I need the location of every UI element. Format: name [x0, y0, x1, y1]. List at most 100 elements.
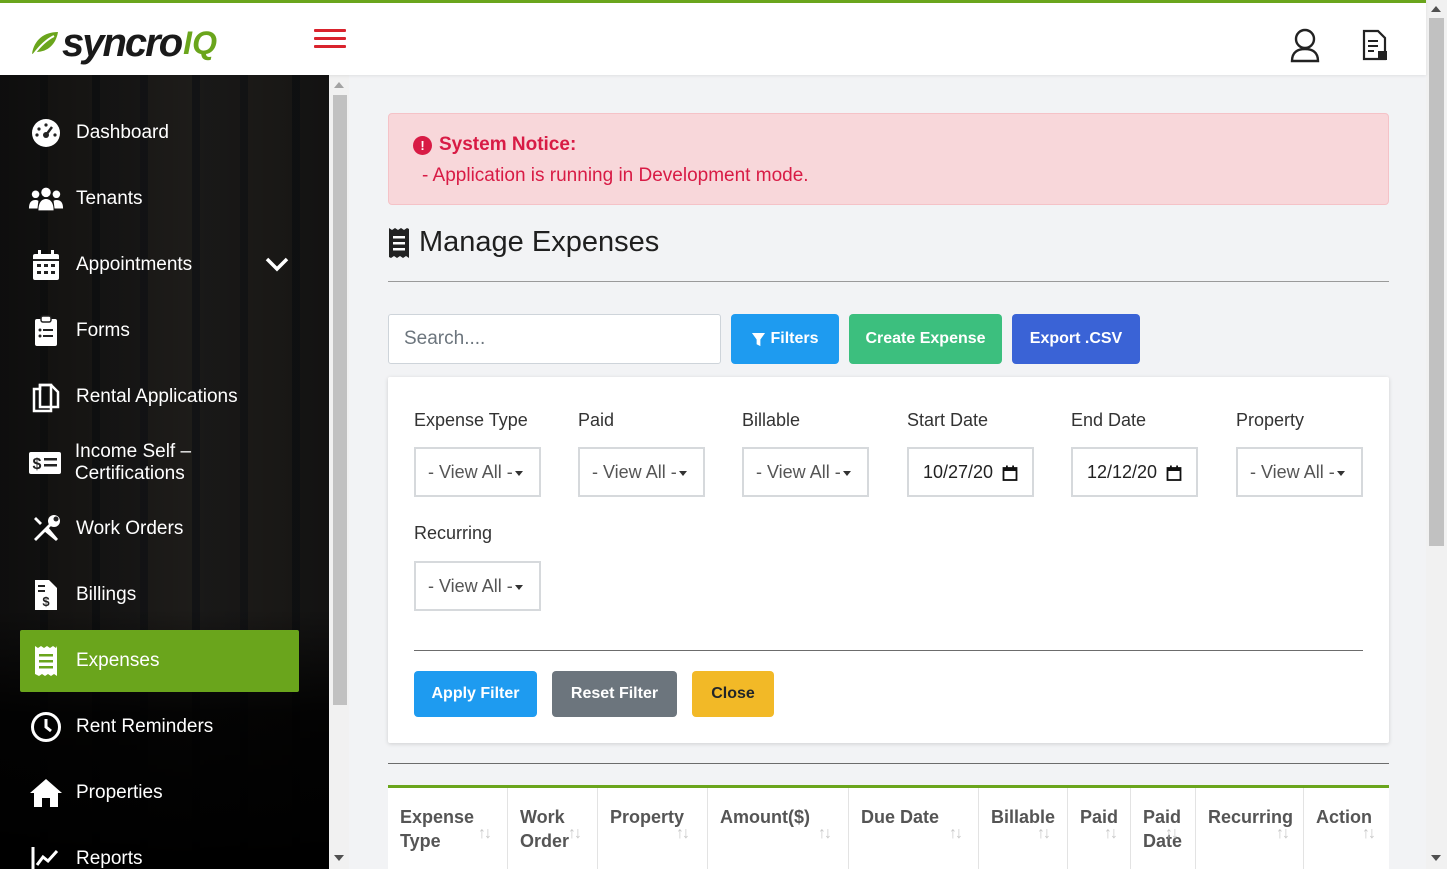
column-header-work-order[interactable]: Work Order ↑↓ — [508, 788, 598, 869]
sidebar-item-expenses[interactable]: Expenses — [20, 630, 299, 692]
chevron-down-icon[interactable] — [265, 254, 289, 274]
sort-arrows-icon[interactable]: ↑↓ — [1362, 822, 1376, 846]
receipt-icon — [389, 227, 409, 258]
sort-arrows-icon[interactable]: ↑↓ — [1276, 822, 1290, 846]
column-header-due-date[interactable]: Due Date ↑↓ — [849, 788, 979, 869]
sort-arrows-icon[interactable]: ↑↓ — [949, 822, 963, 846]
calendar-picker-icon[interactable] — [1002, 465, 1018, 481]
apply-filter-button[interactable]: Apply Filter — [414, 671, 537, 717]
sidebar-item-label: Reports — [76, 848, 143, 869]
close-filter-button[interactable]: Close — [692, 671, 774, 717]
column-header-recurring[interactable]: Recurring ↑↓ — [1196, 788, 1304, 869]
sidebar-item-dashboard[interactable]: Dashboard — [20, 102, 299, 164]
sort-arrows-icon[interactable]: ↑↓ — [818, 822, 832, 846]
dashboard-gauge-icon — [28, 116, 64, 150]
sidebar-item-appointments[interactable]: Appointments — [20, 234, 299, 296]
paid-label: Paid — [578, 410, 615, 430]
sidebar-item-label: Forms — [76, 320, 130, 341]
money-list-icon: $ — [28, 446, 63, 480]
page-scroll-down-arrow-icon[interactable] — [1431, 855, 1441, 861]
sidebar-item-properties[interactable]: Properties — [20, 762, 299, 824]
sort-arrows-icon[interactable]: ↑↓ — [1037, 822, 1051, 846]
expenses-table-header: Expense Type ↑↓ Work Order ↑↓ Property ↑… — [388, 785, 1389, 869]
paid-select[interactable]: - View All - — [578, 447, 705, 497]
recurring-label: Recurring — [414, 523, 493, 543]
sidebar-item-work-orders[interactable]: Work Orders — [20, 498, 299, 560]
invoice-dollar-icon: $ — [28, 578, 64, 612]
column-header-label: Type — [400, 831, 441, 851]
sort-arrows-icon[interactable]: ↑↓ — [1165, 822, 1179, 846]
users-group-icon — [28, 182, 64, 216]
filters-button-label: Filters — [770, 330, 819, 347]
column-header-property[interactable]: Property ↑↓ — [598, 788, 708, 869]
filters-button[interactable]: Filters — [731, 314, 839, 364]
sidebar-item-tenants[interactable]: Tenants — [20, 168, 299, 230]
notice-title-text: System Notice: — [439, 134, 577, 155]
page-scroll-up-arrow-icon[interactable] — [1431, 6, 1441, 12]
sidebar-item-rental-applications[interactable]: Rental Applications — [20, 366, 299, 428]
receipt-icon — [28, 644, 64, 678]
sidebar-scrollbar-thumb[interactable] — [333, 95, 347, 705]
user-icon[interactable] — [1289, 27, 1321, 63]
page-scrollbar-thumb[interactable] — [1429, 18, 1444, 546]
sidebar-item-income-self-certifications[interactable]: $ Income Self – Certifications — [20, 432, 299, 494]
column-header-paid[interactable]: Paid ↑↓ — [1068, 788, 1131, 869]
page-title-text: Manage Expenses — [419, 226, 660, 258]
sidebar-item-label: Rent Reminders — [76, 716, 214, 737]
recurring-value: - View All - — [428, 575, 513, 596]
export-csv-button[interactable]: Export .CSV — [1012, 314, 1140, 364]
scroll-down-arrow-icon[interactable] — [334, 855, 344, 861]
start-date-value: 10/27/20 — [923, 461, 994, 482]
filter-panel: Expense Type - View All - Paid - View Al… — [388, 377, 1389, 743]
start-date-input[interactable]: 10/27/20 — [907, 447, 1034, 497]
sort-arrows-icon[interactable]: ↑↓ — [1104, 822, 1118, 846]
sort-arrows-icon[interactable]: ↑↓ — [478, 822, 492, 846]
notice-message: - Application is running in Development … — [422, 165, 809, 186]
column-header-billable[interactable]: Billable ↑↓ — [979, 788, 1068, 869]
sidebar-item-forms[interactable]: Forms — [20, 300, 299, 362]
sidebar-item-reports[interactable]: Reports — [20, 828, 299, 869]
caret-down-icon — [678, 470, 687, 476]
sidebar-item-label: Appointments — [76, 254, 193, 275]
column-header-expense-type[interactable]: Expense Type ↑↓ — [388, 788, 508, 869]
logo-suffix: IQ — [183, 25, 217, 61]
calendar-picker-icon[interactable] — [1166, 465, 1182, 481]
caret-down-icon — [842, 470, 851, 476]
calendar-icon — [28, 248, 64, 282]
syncroiq-logo[interactable]: syncro IQ — [30, 21, 217, 65]
sidebar-item-label: Billings — [76, 584, 137, 605]
home-icon — [28, 776, 64, 810]
svg-text:$: $ — [33, 456, 42, 473]
scroll-up-arrow-icon[interactable] — [334, 82, 344, 88]
sidebar-item-label: Tenants — [76, 188, 143, 209]
reset-filter-button[interactable]: Reset Filter — [552, 671, 677, 717]
divider — [414, 650, 1363, 651]
sidebar-item-billings[interactable]: $ Billings — [20, 564, 299, 626]
column-header-paid-date[interactable]: Paid Date ↑↓ — [1131, 788, 1196, 869]
expense-type-select[interactable]: - View All - — [414, 447, 541, 497]
sidebar-item-label: Expenses — [76, 650, 160, 671]
copy-icon — [28, 380, 64, 414]
sort-arrows-icon[interactable]: ↑↓ — [568, 822, 582, 846]
search-input[interactable] — [388, 314, 721, 364]
sidebar-item-label: Work Orders — [76, 518, 184, 539]
end-date-label: End Date — [1071, 410, 1147, 430]
end-date-input[interactable]: 12/12/20 — [1071, 447, 1198, 497]
create-expense-label: Create Expense — [865, 330, 986, 347]
property-select[interactable]: - View All - — [1236, 447, 1363, 497]
column-header-amount[interactable]: Amount($) ↑↓ — [708, 788, 849, 869]
sidebar-item-rent-reminders[interactable]: Rent Reminders — [20, 696, 299, 758]
recurring-select[interactable]: - View All - — [414, 561, 541, 611]
start-date-label: Start Date — [907, 410, 989, 430]
sidebar-item-label: Rental Applications — [76, 386, 238, 407]
create-expense-button[interactable]: Create Expense — [849, 314, 1002, 364]
tools-icon — [28, 512, 64, 546]
document-icon[interactable] — [1360, 29, 1390, 63]
hamburger-icon[interactable] — [314, 29, 346, 53]
billable-select[interactable]: - View All - — [742, 447, 869, 497]
sidebar: Dashboard Tenants Appointments Forms Ren… — [0, 75, 329, 869]
logo-word: syncro — [62, 21, 183, 65]
sort-arrows-icon[interactable]: ↑↓ — [676, 822, 690, 846]
property-value: - View All - — [1250, 461, 1335, 482]
billable-value: - View All - — [756, 461, 841, 482]
